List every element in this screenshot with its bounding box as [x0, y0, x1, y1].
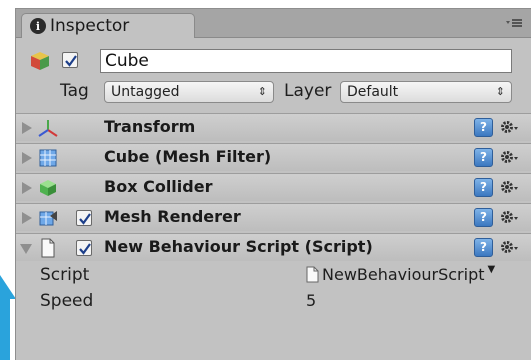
layer-value: Default: [347, 84, 399, 100]
tab-inspector[interactable]: i Inspector: [21, 13, 195, 38]
gameobject-name-field[interactable]: Cube: [100, 49, 512, 73]
script-icon: [41, 238, 55, 258]
gear-icon[interactable]: [499, 148, 519, 168]
inspector-panel: i Inspector Cube Tag Untagged ⇕ Layer De…: [15, 8, 531, 360]
foldout-arrow-icon[interactable]: [22, 212, 32, 224]
tag-layer-row: Tag Untagged ⇕ Layer Default ⇕: [16, 79, 531, 107]
gear-icon[interactable]: [499, 118, 519, 138]
help-icon[interactable]: ?: [474, 208, 493, 227]
foldout-arrow-icon[interactable]: [22, 122, 32, 134]
tab-label: Inspector: [50, 16, 130, 36]
script-object-field[interactable]: NewBehaviourScript ▼: [306, 264, 496, 284]
transform-icon: [38, 120, 58, 137]
tab-bar: i Inspector: [16, 9, 531, 38]
speed-property-label: Speed: [40, 291, 94, 311]
component-name: Box Collider: [104, 177, 213, 196]
tag-label: Tag: [60, 81, 89, 101]
speed-field[interactable]: 5: [306, 291, 316, 310]
foldout-arrow-icon[interactable]: [20, 244, 32, 254]
gear-icon[interactable]: [499, 208, 519, 228]
info-icon: i: [30, 18, 46, 34]
component-name: Cube (Mesh Filter): [104, 147, 272, 166]
gameobject-cube-icon: [31, 52, 49, 70]
script-property-label: Script: [40, 265, 90, 285]
tag-dropdown[interactable]: Untagged ⇕: [104, 81, 274, 103]
component-new-behaviour-script[interactable]: New Behaviour Script (Script) ?: [16, 233, 531, 261]
foldout-arrow-icon[interactable]: [22, 152, 32, 164]
gameobject-active-checkbox[interactable]: [62, 52, 78, 68]
component-mesh-renderer[interactable]: Mesh Renderer ?: [16, 203, 531, 231]
component-name: New Behaviour Script (Script): [104, 237, 373, 256]
pointer-arrow-icon: [0, 275, 16, 360]
component-box-collider[interactable]: Box Collider ?: [16, 173, 531, 201]
component-name: Transform: [104, 117, 196, 136]
object-picker-icon[interactable]: ▼: [488, 264, 496, 275]
box-collider-icon: [40, 180, 56, 196]
panel-menu-icon[interactable]: [505, 15, 523, 31]
component-mesh-filter[interactable]: Cube (Mesh Filter) ?: [16, 143, 531, 171]
script-enabled-checkbox[interactable]: [76, 240, 92, 256]
foldout-arrow-icon[interactable]: [22, 182, 32, 194]
dropdown-arrows-icon: ⇕: [257, 85, 267, 98]
mesh-renderer-enabled-checkbox[interactable]: [76, 210, 92, 226]
component-transform[interactable]: Transform ?: [16, 113, 531, 141]
component-name: Mesh Renderer: [104, 207, 241, 226]
script-file-icon: [306, 266, 319, 283]
gear-icon[interactable]: [499, 238, 519, 258]
gameobject-header: Cube: [16, 47, 531, 75]
layer-label: Layer: [284, 81, 332, 101]
help-icon[interactable]: ?: [474, 118, 493, 137]
help-icon[interactable]: ?: [474, 148, 493, 167]
dropdown-arrows-icon: ⇕: [495, 85, 505, 98]
gear-icon[interactable]: [499, 178, 519, 198]
help-icon[interactable]: ?: [474, 238, 493, 257]
help-icon[interactable]: ?: [474, 178, 493, 197]
tag-value: Untagged: [111, 84, 180, 100]
script-value: NewBehaviourScript: [322, 265, 485, 284]
mesh-filter-icon: [39, 149, 57, 167]
layer-dropdown[interactable]: Default ⇕: [340, 81, 512, 103]
mesh-renderer-icon: [39, 211, 57, 226]
